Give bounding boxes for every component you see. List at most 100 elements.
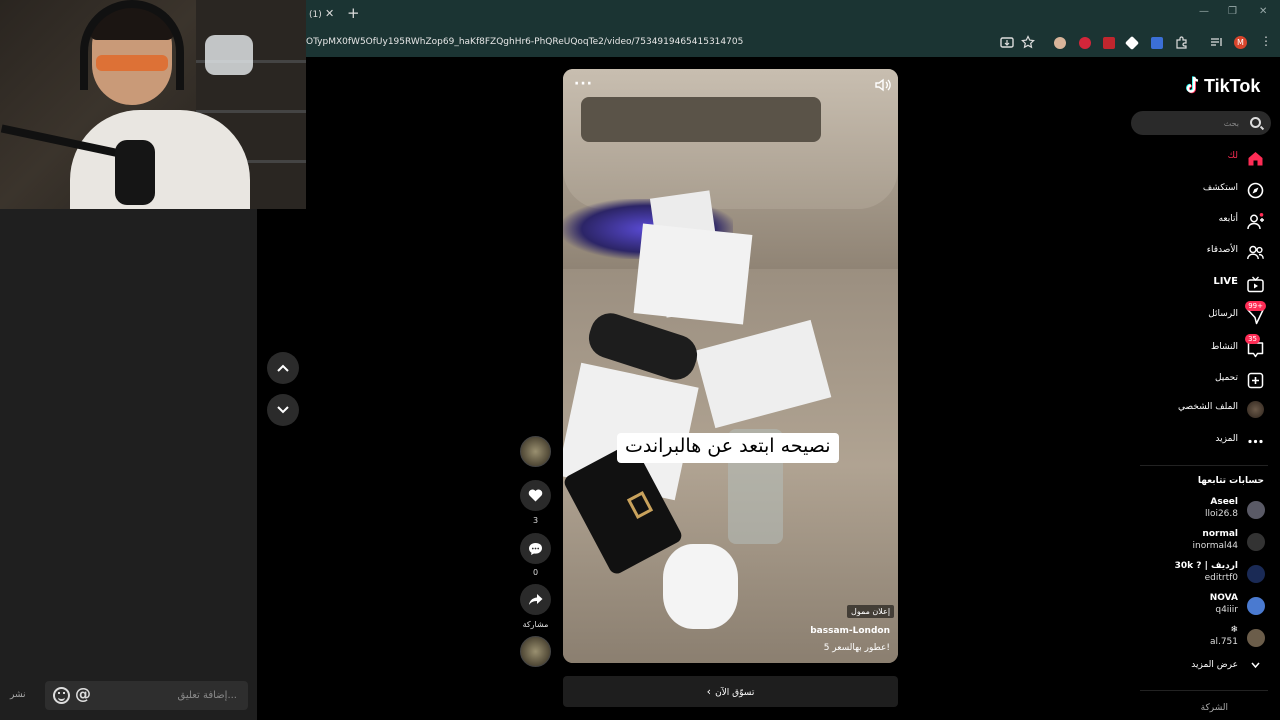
account-name: normal [1202,529,1238,539]
following-icon [1247,213,1264,230]
more-icon [1248,439,1263,444]
video-more-options-icon[interactable]: ··· [574,76,593,92]
avatar [1247,565,1265,583]
close-tab-icon[interactable]: ✕ [325,7,334,20]
previous-video-button[interactable] [267,352,299,384]
nav-item-messages[interactable]: الرسائل 99+ [1140,301,1268,331]
nav-label: الرسائل [1208,309,1238,319]
nav-item-live[interactable]: LIVE [1140,271,1268,299]
nav-label: استكشف [1202,183,1238,193]
volume-icon[interactable] [875,78,891,92]
comment-icon [529,542,542,555]
live-icon [1247,276,1264,293]
tab-title: (1) [309,10,322,20]
nav-item-upload[interactable]: تحميل [1140,367,1268,395]
chevron-down-icon [277,406,289,414]
mention-icon[interactable]: @ [75,684,91,703]
like-button[interactable] [520,480,551,511]
nav-item-profile[interactable]: الملف الشخصي [1140,396,1268,424]
nav-label: النشاط [1210,342,1238,352]
nav-item-friends[interactable]: الأصدقاء [1140,239,1268,267]
activity-badge: 35 [1245,334,1260,344]
share-icon [529,594,543,605]
chevron-up-icon [277,364,289,372]
comment-count: 0 [532,568,539,577]
video-description: 5 عطور بهالسعر! [823,643,890,653]
upload-icon [1247,372,1264,389]
following-account[interactable]: Aseel lloi26.8 [1150,497,1268,527]
see-more-label: عرض المزيد [1191,660,1238,670]
company-link[interactable]: الشركة [1150,703,1228,713]
avatar [1247,629,1265,647]
extension-icon[interactable] [1124,35,1140,51]
video-author[interactable]: bassam-London [780,626,890,636]
shop-now-button[interactable]: ‹ تسوّق الآن [563,676,898,707]
tiktok-logo[interactable]: TikTok [1204,76,1260,97]
comment-button[interactable] [520,533,551,564]
share-button[interactable] [520,584,551,615]
nav-item-for-you[interactable]: لك [1140,145,1268,173]
webcam-feed [0,0,306,209]
search-bar [1131,111,1271,135]
minimize-icon[interactable]: — [1199,6,1209,17]
url-field[interactable]: OTypMX0fW5OfUy195RWhZop69_haKf8FZQghHr6-… [306,37,743,47]
video-caption-overlay: نصيحه ابتعد عن هالبراندت [617,433,839,463]
share-label: مشاركة [522,620,549,629]
account-name: 30k ? | ارديف [1174,561,1238,571]
nav-label: لك [1227,151,1238,161]
nav-item-activity[interactable]: النشاط 35 [1140,334,1268,364]
chat-input-bar: @ [45,681,248,710]
nav-label: الأصدقاء [1206,245,1238,255]
account-handle: al.751 [1209,637,1238,647]
following-account[interactable]: NOVA q4iiir [1150,593,1268,623]
following-account[interactable]: normal inormal44 [1150,529,1268,559]
divider [1140,465,1268,466]
next-video-button[interactable] [267,394,299,426]
translate-icon[interactable] [1151,37,1163,49]
sponsored-label: إعلان ممول [847,605,895,618]
avatar [1247,501,1265,519]
adblock-icon[interactable] [1103,37,1115,49]
nav-label: المزيد [1215,434,1238,444]
like-count: 3 [532,516,539,525]
window-close-icon[interactable]: ✕ [1259,6,1267,17]
address-bar: OTypMX0fW5OfUy195RWhZop69_haKf8FZQghHr6-… [306,29,1280,57]
new-tab-button[interactable]: + [347,4,360,22]
browser-menu-icon[interactable]: ⋮ [1260,34,1272,48]
chat-send-button[interactable]: نشر [10,690,26,700]
extension-icon[interactable] [1079,37,1091,49]
divider [1140,690,1268,691]
search-icon[interactable] [1250,117,1261,128]
author-avatar[interactable] [520,436,551,467]
compass-icon [1247,182,1264,199]
nav-item-more[interactable]: المزيد [1140,428,1268,456]
nav-item-following[interactable]: أتابعه [1140,208,1268,236]
emoji-icon[interactable] [53,687,70,704]
extensions-puzzle-icon[interactable] [1175,36,1188,49]
following-account[interactable]: 30k ? | ارديف editrtf0 [1150,561,1268,591]
following-account[interactable]: ❄ al.751 [1150,625,1268,655]
nav-label: تحميل [1214,373,1238,383]
browser-tab[interactable]: (1) [306,4,342,29]
extension-icon[interactable] [1054,37,1066,49]
friends-icon [1247,245,1264,260]
account-handle: q4iiir [1215,605,1238,615]
see-more-button[interactable]: عرض المزيد [1150,660,1268,674]
music-disc-avatar[interactable] [520,636,551,667]
video-player[interactable] [563,69,898,663]
account-name: Aseel [1210,497,1238,507]
home-icon [1248,152,1263,166]
chat-input[interactable] [105,681,243,710]
account-name: NOVA [1209,593,1238,603]
account-handle: editrtf0 [1204,573,1238,583]
profile-avatar[interactable]: M [1234,36,1247,49]
media-controls-icon[interactable] [1210,36,1223,49]
following-section-title: حسابات تتابعها [1197,476,1264,486]
tiktok-logo-icon [1186,76,1199,94]
nav-item-explore[interactable]: استكشف [1140,177,1268,205]
search-input[interactable] [1139,111,1239,135]
maximize-icon[interactable]: ❐ [1228,6,1237,17]
bookmark-star-icon[interactable] [1021,35,1035,49]
account-handle: lloi26.8 [1204,509,1238,519]
install-app-icon[interactable] [1000,36,1014,49]
